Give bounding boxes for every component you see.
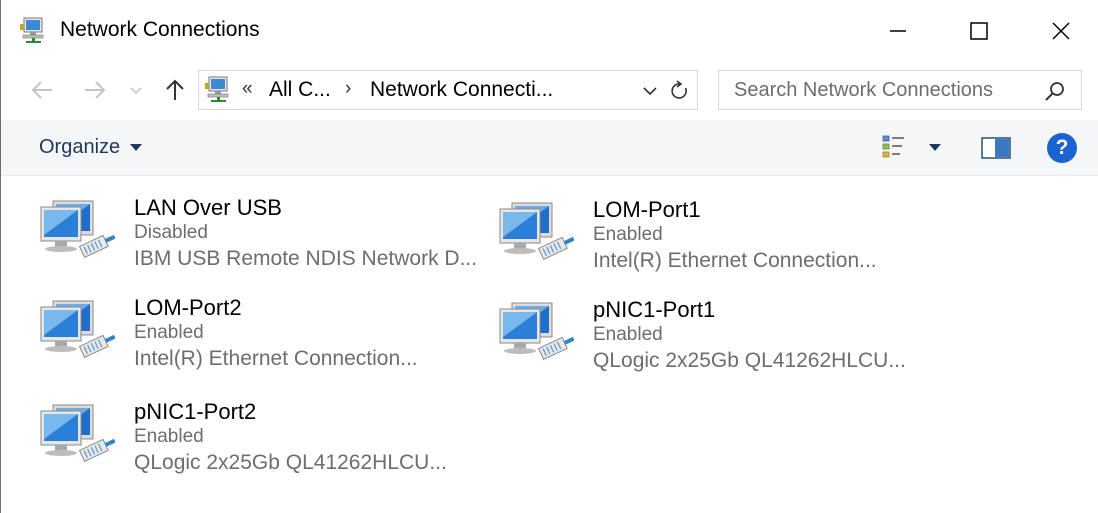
connection-device: IBM USB Remote NDIS Network D... (134, 247, 478, 270)
navigation-bar: « All C... › Network Connecti... Search … (1, 62, 1098, 118)
network-adapter-icon (40, 200, 115, 258)
forward-button[interactable] (80, 76, 110, 104)
address-bar[interactable]: « All C... › Network Connecti... (198, 70, 698, 110)
maximize-icon (970, 22, 988, 40)
explorer-window: Network Connections « All C... › Network… (0, 0, 1098, 513)
change-view-icon[interactable] (882, 134, 906, 158)
connection-item[interactable]: LOM-Port2 Enabled Intel(R) Ethernet Conn… (39, 295, 499, 395)
preview-pane-icon[interactable] (981, 136, 1011, 160)
arrow-left-icon (31, 81, 52, 99)
command-bar: Organize ? (1, 120, 1098, 176)
up-button[interactable] (160, 76, 190, 104)
minimize-button[interactable] (873, 12, 923, 50)
organize-label: Organize (39, 136, 121, 158)
close-icon (1052, 22, 1070, 40)
view-options-caret-icon[interactable] (929, 144, 941, 151)
connection-status: Enabled (134, 322, 204, 343)
connection-name: LAN Over USB (134, 195, 282, 220)
refresh-button[interactable] (667, 79, 693, 103)
refresh-icon (671, 80, 687, 99)
breadcrumb-network-connections[interactable]: Network Connecti... (370, 78, 553, 102)
connection-item[interactable]: LOM-Port1 Enabled Intel(R) Ethernet Conn… (498, 197, 958, 297)
connection-item[interactable]: LAN Over USB Disabled IBM USB Remote NDI… (39, 195, 499, 295)
search-input[interactable]: Search Network Connections (718, 70, 1082, 110)
caret-down-icon (130, 144, 143, 151)
connection-name: pNIC1-Port1 (593, 297, 716, 322)
recent-locations-button[interactable] (127, 76, 145, 104)
minimize-icon (890, 30, 906, 32)
maximize-button[interactable] (954, 12, 1004, 50)
network-adapter-icon (499, 302, 574, 360)
help-icon[interactable]: ? (1047, 133, 1077, 163)
back-button[interactable] (27, 76, 57, 104)
connection-details: pNIC1-Port1 Enabled QLogic 2x25Gb QL4126… (593, 297, 906, 375)
organize-button[interactable]: Organize (39, 136, 143, 159)
connections-list: LAN Over USB Disabled IBM USB Remote NDI… (1, 177, 1098, 513)
search-icon[interactable] (1043, 80, 1067, 102)
connection-status: Enabled (593, 224, 663, 245)
search-placeholder: Search Network Connections (734, 79, 994, 101)
network-adapter-icon (499, 202, 574, 260)
connection-details: pNIC1-Port2 Enabled QLogic 2x25Gb QL4126… (134, 399, 447, 477)
title-bar[interactable]: Network Connections (1, 0, 1098, 62)
connection-device: QLogic 2x25Gb QL41262HLCU... (134, 451, 447, 474)
connection-status: Disabled (134, 222, 208, 243)
network-connections-icon (205, 76, 229, 102)
connection-name: pNIC1-Port2 (134, 399, 257, 424)
address-dropdown-button[interactable] (639, 81, 661, 101)
window-title: Network Connections (60, 18, 260, 41)
network-connections-icon (20, 17, 44, 43)
connection-details: LAN Over USB Disabled IBM USB Remote NDI… (134, 195, 477, 273)
chevron-down-icon (130, 87, 142, 95)
connection-device: Intel(R) Ethernet Connection... (593, 249, 877, 272)
connection-item[interactable]: pNIC1-Port1 Enabled QLogic 2x25Gb QL4126… (498, 297, 958, 397)
connection-details: LOM-Port1 Enabled Intel(R) Ethernet Conn… (593, 197, 877, 275)
breadcrumb-overflow[interactable]: « (242, 78, 253, 100)
breadcrumb-all-control-panel[interactable]: All C... (269, 78, 331, 102)
connection-device: QLogic 2x25Gb QL41262HLCU... (593, 349, 906, 372)
breadcrumb-separator[interactable]: › (345, 78, 351, 100)
network-adapter-icon (40, 404, 115, 462)
network-adapter-icon (40, 300, 115, 358)
connection-status: Enabled (593, 324, 663, 345)
connection-name: LOM-Port2 (134, 295, 242, 320)
arrow-up-icon (166, 79, 184, 100)
connection-item[interactable]: pNIC1-Port2 Enabled QLogic 2x25Gb QL4126… (39, 399, 499, 499)
connection-details: LOM-Port2 Enabled Intel(R) Ethernet Conn… (134, 295, 418, 373)
arrow-right-icon (85, 81, 106, 99)
close-button[interactable] (1036, 12, 1086, 50)
connection-device: Intel(R) Ethernet Connection... (134, 347, 418, 370)
connection-name: LOM-Port1 (593, 197, 701, 222)
connection-status: Enabled (134, 426, 204, 447)
chevron-down-icon (643, 87, 657, 96)
